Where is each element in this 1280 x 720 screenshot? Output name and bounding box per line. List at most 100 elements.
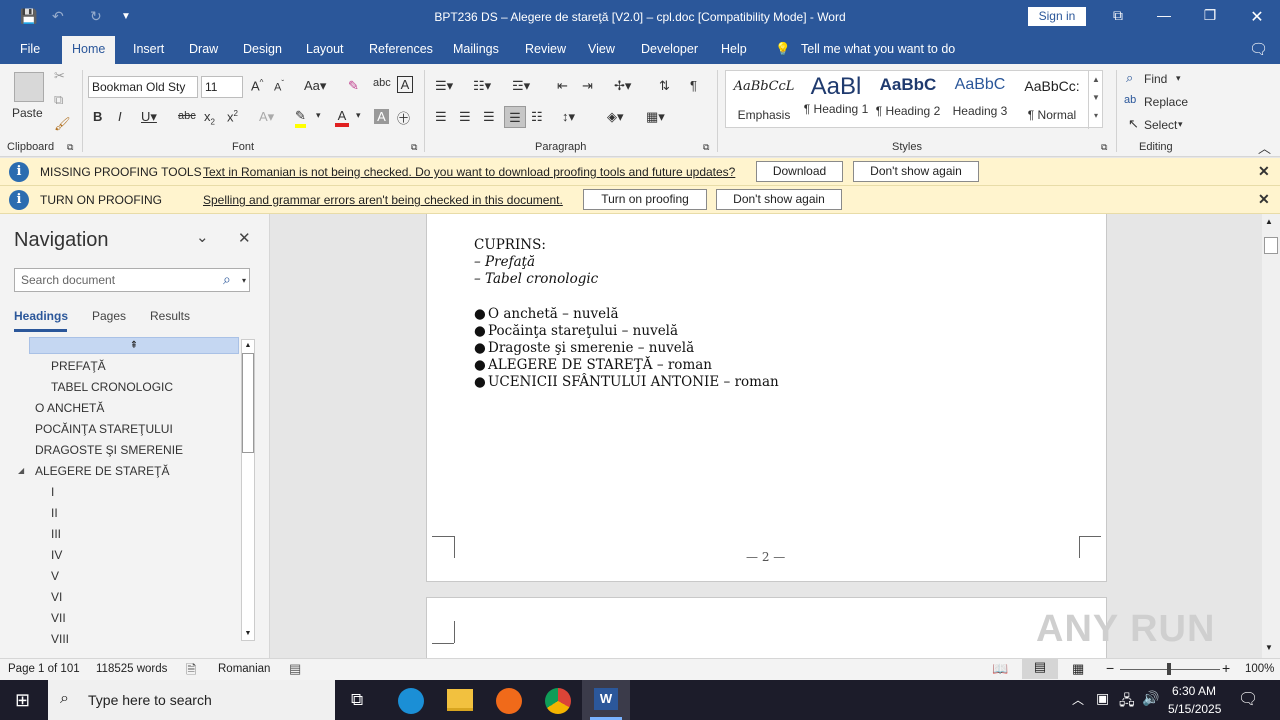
zoom-thumb[interactable]: [1167, 663, 1171, 675]
font-color-icon[interactable]: A: [335, 108, 349, 127]
show-hidden-icons-icon[interactable]: ︿: [1072, 691, 1084, 708]
tab-file[interactable]: File: [20, 42, 40, 56]
strikethrough-icon[interactable]: abc: [178, 110, 196, 122]
tab-help[interactable]: Help: [721, 42, 747, 56]
language-indicator[interactable]: Romanian: [218, 663, 270, 675]
justify-icon[interactable]: ☰: [504, 106, 526, 128]
find-icon[interactable]: ⌕: [1126, 70, 1133, 86]
heading-item[interactable]: O ANCHETĂ: [35, 401, 104, 415]
enclose-characters-icon[interactable]: ㊉: [397, 108, 410, 127]
heading-item[interactable]: VIII: [51, 632, 69, 646]
shading-icon[interactable]: ◈▾: [607, 109, 624, 125]
heading-item[interactable]: I: [51, 485, 54, 499]
volume-icon[interactable]: 🔊: [1142, 690, 1159, 707]
maximize-icon[interactable]: ❐: [1200, 7, 1220, 24]
collapse-to-top-icon[interactable]: ⇞: [29, 337, 239, 354]
select-button[interactable]: Select: [1144, 118, 1177, 132]
align-center-icon[interactable]: ☰: [459, 109, 471, 125]
print-layout-icon[interactable]: ▤: [1022, 659, 1058, 679]
dont-show-again-button[interactable]: Don't show again: [853, 161, 979, 182]
style-normal[interactable]: AaBbCc: ¶ Normal: [1016, 71, 1088, 129]
comments-icon[interactable]: 🗨: [1249, 40, 1268, 58]
heading-item[interactable]: POCĂINŢA STAREŢULUI: [35, 422, 173, 436]
numbering-icon[interactable]: ☷▾: [473, 78, 491, 94]
turn-on-proofing-button[interactable]: Turn on proofing: [583, 189, 707, 210]
italic-icon[interactable]: I: [118, 109, 122, 124]
web-layout-icon[interactable]: ▦: [1072, 661, 1084, 677]
heading-item[interactable]: II: [51, 506, 58, 520]
scroll-down-icon[interactable]: ▼: [1265, 643, 1273, 652]
nav-scrollbar[interactable]: ▲ ▼: [241, 339, 255, 641]
font-name-combo[interactable]: Bookman Old Sty: [88, 76, 198, 98]
heading-item[interactable]: DRAGOSTE ŞI SMERENIE: [35, 443, 183, 457]
bullets-icon[interactable]: ☰▾: [435, 78, 453, 94]
tab-design[interactable]: Design: [243, 42, 282, 56]
multilevel-list-icon[interactable]: ☲▾: [512, 78, 530, 94]
clock-time[interactable]: 6:30 AM: [1172, 684, 1216, 698]
clear-formatting-icon[interactable]: ✎: [348, 78, 359, 94]
word-count[interactable]: 118525 words: [96, 663, 167, 675]
heading-item[interactable]: PREFAŢĂ: [51, 359, 106, 373]
tab-mailings[interactable]: Mailings: [453, 42, 499, 56]
tab-draw[interactable]: Draw: [189, 42, 218, 56]
chrome-icon[interactable]: [545, 688, 571, 714]
device-icon[interactable]: ▣: [1096, 690, 1109, 707]
change-case-icon[interactable]: Aa▾: [304, 78, 326, 94]
show-formatting-marks-icon[interactable]: ¶: [690, 78, 697, 93]
font-launcher-icon[interactable]: ⧉: [411, 142, 417, 153]
search-icon[interactable]: ⌕: [223, 271, 231, 288]
replace-icon[interactable]: ab: [1124, 94, 1136, 106]
search-document-input[interactable]: Search document: [14, 268, 250, 292]
tab-results[interactable]: Results: [150, 309, 190, 323]
tab-developer[interactable]: Developer: [641, 42, 698, 56]
heading-item[interactable]: V: [51, 569, 59, 583]
font-size-combo[interactable]: 11: [201, 76, 243, 98]
shrink-font-icon[interactable]: Aˇ: [274, 79, 284, 94]
close-infobar-icon[interactable]: ✕: [1258, 191, 1270, 208]
bold-icon[interactable]: B: [93, 109, 102, 124]
word-taskbar-button[interactable]: W: [582, 680, 630, 720]
close-icon[interactable]: ✕: [1247, 7, 1267, 27]
windows-start-icon[interactable]: ⊞: [15, 690, 30, 711]
zoom-in-icon[interactable]: +: [1222, 660, 1230, 676]
tab-view[interactable]: View: [588, 42, 615, 56]
firefox-icon[interactable]: [496, 688, 522, 714]
increase-indent-icon[interactable]: ⇥: [582, 78, 593, 94]
sort-icon[interactable]: ⇅: [659, 78, 670, 94]
edge-icon[interactable]: [398, 688, 424, 714]
paste-button[interactable]: Paste: [12, 106, 43, 120]
read-mode-icon[interactable]: 📖: [992, 661, 1008, 677]
minimize-icon[interactable]: —: [1154, 7, 1174, 23]
find-button[interactable]: Find: [1144, 72, 1167, 86]
document-scrollbar[interactable]: ▲ ▼: [1262, 214, 1280, 658]
format-painter-icon[interactable]: 🖌: [54, 116, 71, 132]
close-pane-icon[interactable]: ✕: [238, 229, 251, 247]
network-icon[interactable]: 🖧: [1119, 690, 1135, 714]
tell-me-search[interactable]: Tell me what you want to do: [801, 42, 955, 56]
paste-icon[interactable]: [14, 72, 44, 102]
page-count[interactable]: Page 1 of 101: [8, 663, 80, 675]
chevron-down-icon[interactable]: ⌄: [196, 228, 209, 246]
tab-pages[interactable]: Pages: [92, 309, 126, 323]
styles-launcher-icon[interactable]: ⧉: [1101, 142, 1107, 153]
macro-icon[interactable]: ▤: [289, 661, 301, 677]
zoom-level[interactable]: 100%: [1245, 663, 1274, 675]
heading-item[interactable]: III: [51, 527, 61, 541]
collapse-ribbon-icon[interactable]: ︿: [1258, 138, 1271, 157]
scroll-thumb[interactable]: [1264, 237, 1278, 254]
close-infobar-icon[interactable]: ✕: [1258, 163, 1270, 180]
scroll-up-icon[interactable]: ▲: [1265, 217, 1273, 226]
grow-font-icon[interactable]: A^: [251, 78, 263, 93]
cut-icon[interactable]: ✂: [54, 68, 65, 84]
select-icon[interactable]: ↖: [1128, 116, 1139, 132]
align-right-icon[interactable]: ☰: [483, 109, 495, 125]
clipboard-launcher-icon[interactable]: ⧉: [67, 142, 73, 153]
character-shading-icon[interactable]: A: [374, 109, 389, 124]
character-border-icon[interactable]: A: [397, 76, 413, 93]
decrease-indent-icon[interactable]: ⇤: [557, 78, 568, 94]
download-button[interactable]: Download: [756, 161, 843, 182]
highlight-color-icon[interactable]: ✎: [295, 108, 306, 128]
styles-scroll[interactable]: ▲ ▼ ▾: [1088, 71, 1103, 129]
asian-layout-icon[interactable]: ✢▾: [614, 78, 631, 94]
phonetic-guide-icon[interactable]: abc: [373, 77, 391, 89]
